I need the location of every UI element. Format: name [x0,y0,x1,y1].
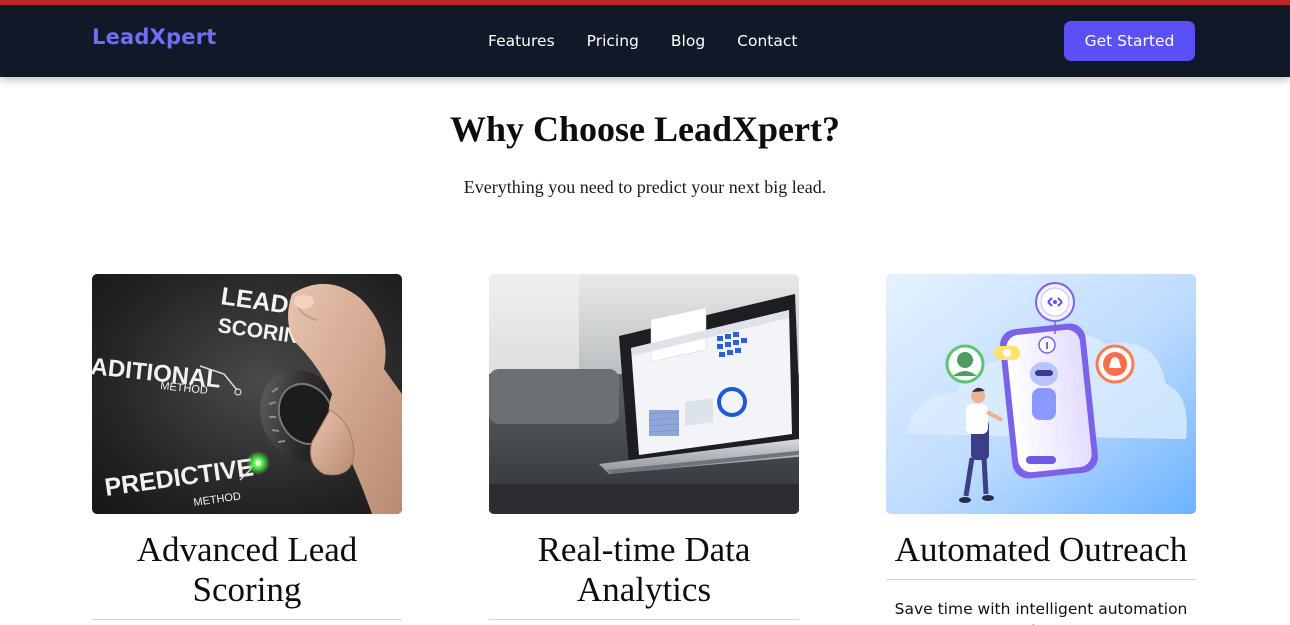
nav-link-blog[interactable]: Blog [671,32,705,50]
card-title: Automated Outreach [886,530,1196,580]
laptop-analytics-photo [489,274,799,514]
nav-link-pricing[interactable]: Pricing [587,32,639,50]
card-description: Save time with intelligent automation th… [894,600,1188,625]
nav-link-contact[interactable]: Contact [737,32,797,50]
get-started-button[interactable]: Get Started [1064,21,1195,61]
nav-links: Features Pricing Blog Contact [488,32,829,50]
section-title: Why Choose LeadXpert? [449,109,840,149]
feature-card-automated-outreach: Automated Outreach Save time with intell… [886,274,1196,625]
navbar: LeadXpert Features Pricing Blog Contact … [0,5,1290,77]
nav-link-features[interactable]: Features [488,32,555,50]
feature-card-data-analytics: Real-time Data Analytics [489,274,799,620]
card-title: Advanced Lead Scoring [92,530,402,620]
lead-scoring-dial-photo: LEAD SCORING ADITIONAL METHOD PREDICTIVE… [92,274,402,514]
brand-logo[interactable]: LeadXpert [92,25,217,49]
section-subtitle: Everything you need to predict your next… [463,177,827,197]
feature-card-lead-scoring: LEAD SCORING ADITIONAL METHOD PREDICTIVE… [92,274,402,620]
chatbot-automation-illustration [886,274,1196,514]
card-title: Real-time Data Analytics [489,530,799,620]
